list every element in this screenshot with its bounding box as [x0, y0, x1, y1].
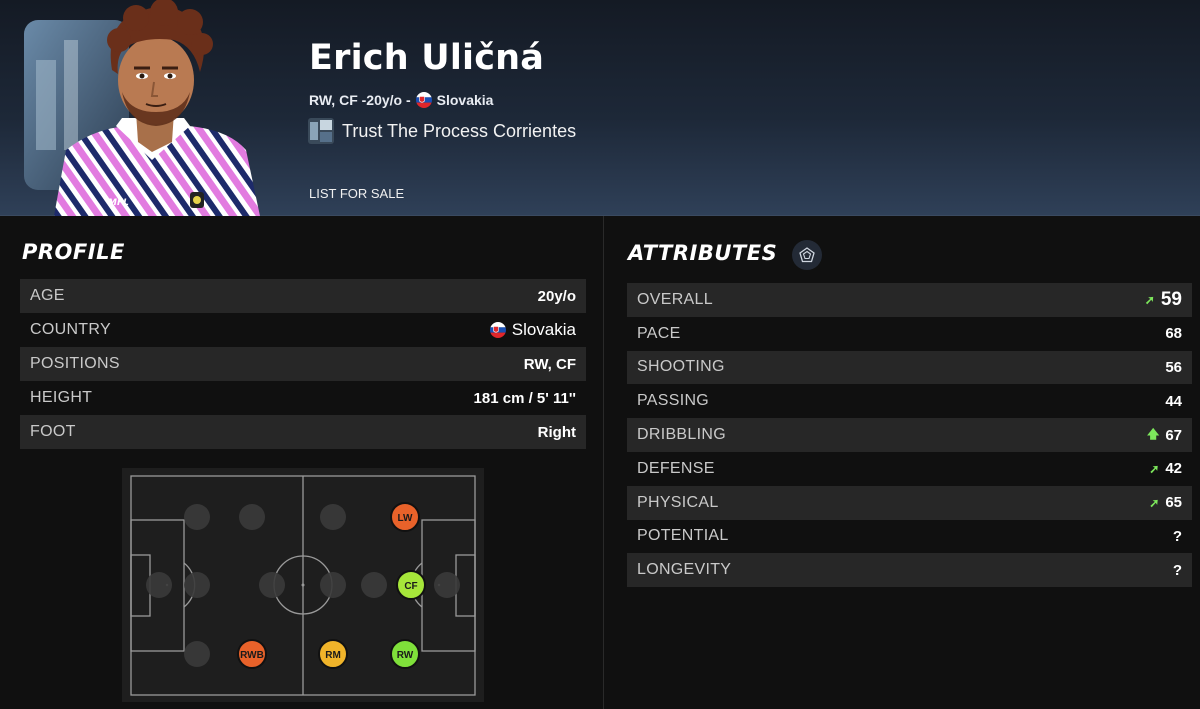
attr-label: DEFENSE — [637, 459, 715, 477]
attr-value: 44 — [1165, 392, 1182, 410]
profile-title: PROFILE — [22, 240, 125, 264]
attr-label: PHYSICAL — [637, 493, 719, 511]
attr-label: OVERALL — [637, 290, 713, 308]
attr-row-dribbling: DRIBBLING 🡅 67 — [627, 418, 1192, 452]
attr-row-overall: OVERALL ➚ 59 — [627, 283, 1192, 317]
attr-value: 68 — [1165, 325, 1182, 343]
profile-value: Right — [537, 423, 576, 441]
pitch-position-lw: LW — [390, 502, 420, 532]
attr-row-shooting: SHOOTING 56 — [627, 350, 1192, 385]
pitch-label-rm: RM — [325, 650, 341, 661]
club-line[interactable]: Trust The Process Corrientes — [308, 118, 576, 144]
attr-label: PACE — [637, 324, 681, 342]
positions-age-text: RW, CF -20y/o - — [309, 92, 411, 108]
attr-value-wrap: ➚ 65 — [1149, 494, 1182, 511]
player-header: MFL Erich Uličná RW, CF -20y/o - Slovaki… — [0, 0, 1200, 216]
attr-label: LONGEVITY — [637, 561, 732, 579]
player-portrait: MFL — [24, 0, 264, 216]
profile-value: RW, CF — [523, 355, 576, 373]
profile-row-height: HEIGHT 181 cm / 5' 11'' — [20, 381, 586, 415]
profile-row-country: COUNTRY Slovakia — [20, 313, 586, 347]
attr-row-pace: PACE 68 — [627, 317, 1192, 351]
attr-value: ? — [1172, 561, 1182, 579]
attr-value-wrap: ➚ 59 — [1145, 289, 1182, 311]
profile-label: AGE — [30, 287, 65, 304]
pitch-label-rwb: RWB — [240, 650, 264, 661]
attr-row-passing: PASSING 44 — [627, 384, 1192, 418]
pentagon-radar-icon[interactable] — [792, 240, 822, 270]
country-text: Slovakia — [436, 92, 494, 108]
attr-value: 42 — [1165, 460, 1182, 478]
profile-row-foot: FOOT Right — [20, 415, 586, 449]
club-name[interactable]: Trust The Process Corrientes — [342, 121, 576, 142]
pitch-position-rw: RW — [390, 639, 420, 669]
pitch-position-rm: RM — [318, 639, 348, 669]
pitch-position-cf: CF — [396, 570, 426, 600]
pitch-label-rw: RW — [397, 650, 414, 661]
panel-divider — [603, 216, 604, 709]
slovakia-flag-icon — [415, 92, 432, 108]
profile-label: COUNTRY — [30, 321, 111, 338]
attr-value: 67 — [1165, 426, 1182, 444]
attr-value-wrap: 🡅 67 — [1147, 425, 1182, 446]
attr-label: POTENTIAL — [637, 527, 729, 545]
arrow-up-icon: 🡅 — [1146, 426, 1160, 441]
country-value: Slovakia — [511, 320, 576, 339]
attr-row-defense: DEFENSE ➚ 42 — [627, 452, 1192, 486]
profile-value: 20y/o — [537, 287, 576, 305]
attr-row-longevity: LONGEVITY ? — [627, 553, 1192, 588]
player-name: Erich Uličná — [309, 38, 545, 78]
profile-label: HEIGHT — [30, 389, 93, 406]
attr-label: SHOOTING — [637, 358, 725, 376]
profile-label: POSITIONS — [30, 355, 120, 372]
pitch-label-lw: LW — [398, 513, 414, 524]
attributes-table: OVERALL ➚ 59 PACE 68 SHOOTING 56 PASSING… — [627, 283, 1192, 588]
profile-row-positions: POSITIONS RW, CF — [20, 347, 586, 381]
profile-value-country: Slovakia — [489, 320, 576, 340]
attr-value-wrap: ➚ 42 — [1149, 460, 1182, 477]
player-meta: RW, CF -20y/o - Slovakia — [309, 92, 493, 108]
attributes-title: ATTRIBUTES — [628, 241, 778, 265]
attr-label: PASSING — [637, 392, 710, 410]
svg-text:MFL: MFL — [108, 198, 129, 208]
attr-label: DRIBBLING — [637, 426, 726, 444]
arrow-up-right-icon: ➚ — [1149, 461, 1160, 476]
attr-row-physical: PHYSICAL ➚ 65 — [627, 485, 1192, 520]
profile-label: FOOT — [30, 423, 76, 440]
profile-row-age: AGE 20y/o — [20, 279, 586, 313]
profile-table: AGE 20y/o COUNTRY Slovakia POSITIONS RW,… — [20, 279, 586, 449]
arrow-up-right-icon: ➚ — [1149, 495, 1160, 510]
club-logo-icon — [308, 118, 334, 144]
position-pitch: LW CF RWB RM RW — [122, 468, 484, 702]
arrow-up-right-icon: ➚ — [1144, 292, 1155, 307]
pitch-position-rwb: RWB — [237, 639, 267, 669]
pitch-label-cf: CF — [404, 581, 417, 592]
attr-value: 56 — [1165, 358, 1182, 376]
attr-value: 65 — [1165, 494, 1182, 512]
profile-value: 181 cm / 5' 11'' — [473, 389, 576, 407]
attr-row-potential: POTENTIAL ? — [627, 520, 1192, 554]
attr-value: 59 — [1160, 288, 1182, 310]
attr-value: ? — [1172, 527, 1182, 545]
list-for-sale-button[interactable]: LIST FOR SALE — [309, 186, 404, 201]
slovakia-flag-icon — [489, 322, 506, 338]
